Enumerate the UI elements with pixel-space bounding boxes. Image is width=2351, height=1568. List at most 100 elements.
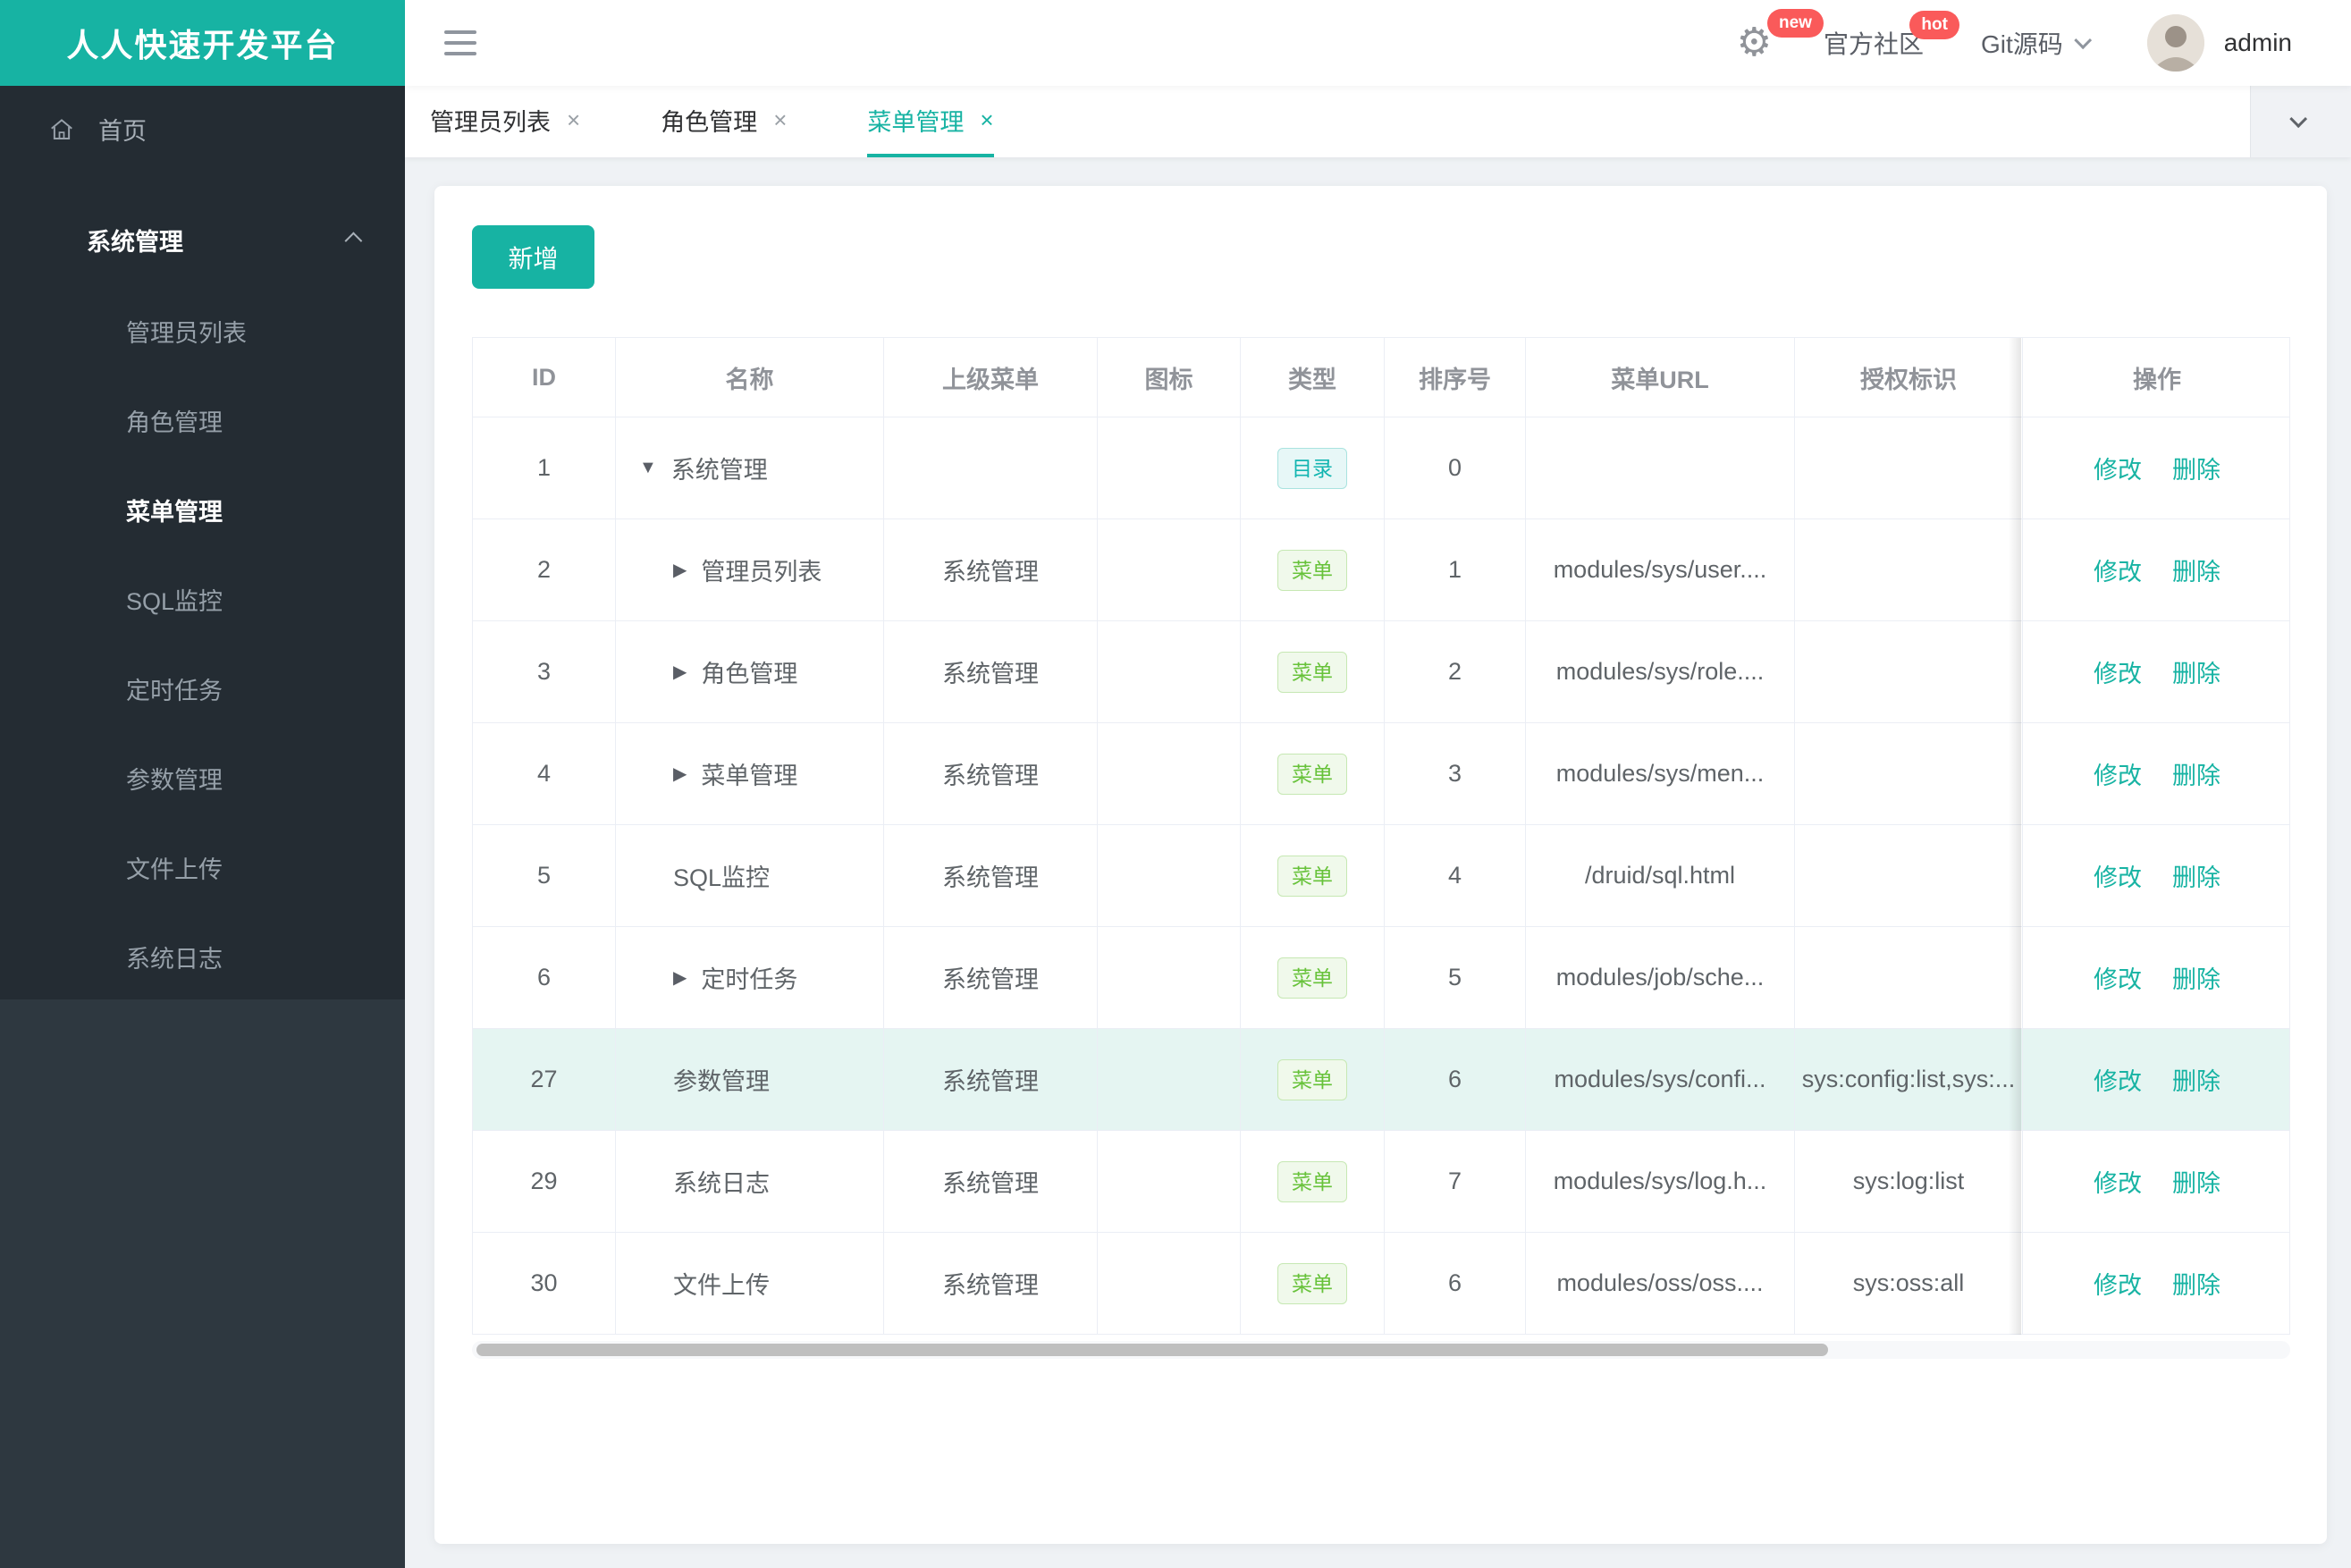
type-badge: 菜单	[1277, 753, 1347, 795]
column-header-auth: 授权标识	[1795, 338, 2023, 417]
column-header-id: ID	[473, 338, 616, 417]
edit-link[interactable]: 修改	[2094, 960, 2142, 995]
edit-link[interactable]: 修改	[2094, 1164, 2142, 1199]
settings-menu[interactable]: ⚙ new	[1736, 9, 1824, 63]
cell-menu-url: modules/sys/men...	[1526, 723, 1795, 824]
sidebar-item-4[interactable]: 定时任务	[0, 644, 405, 733]
avatar[interactable]	[2146, 14, 2204, 72]
delete-link[interactable]: 删除	[2172, 451, 2220, 485]
tree-expand-icon[interactable]: ▼	[639, 458, 657, 478]
cell-order: 6	[1385, 1233, 1526, 1334]
type-badge: 菜单	[1277, 1262, 1347, 1304]
cell-menu-url: modules/sys/role....	[1526, 621, 1795, 722]
tree-expand-icon[interactable]: ▶	[673, 559, 687, 581]
menu-table: ID 名称 上级菜单 图标 类型 排序号 菜单URL 授权标识 操作 1 ▼ 系…	[472, 337, 2290, 1335]
new-badge: new	[1766, 9, 1824, 38]
scrollbar-thumb[interactable]	[476, 1344, 1828, 1356]
delete-link[interactable]: 删除	[2172, 1164, 2220, 1199]
cell-auth-flag	[1795, 723, 2023, 824]
edit-link[interactable]: 修改	[2094, 1062, 2142, 1097]
delete-link[interactable]: 删除	[2172, 960, 2220, 995]
edit-link[interactable]: 修改	[2094, 654, 2142, 689]
table-row[interactable]: 4 ▶ 菜单管理 系统管理 菜单 3 modules/sys/men... 修改…	[473, 723, 2289, 825]
cell-order: 7	[1385, 1131, 1526, 1232]
edit-link[interactable]: 修改	[2094, 552, 2142, 587]
table-row[interactable]: 1 ▼ 系统管理 目录 0 修改 删除	[473, 417, 2289, 519]
close-icon[interactable]: ×	[980, 106, 993, 134]
table-row[interactable]: 30 文件上传 系统管理 菜单 6 modules/oss/oss.... sy…	[473, 1233, 2289, 1335]
sidebar-item-0[interactable]: 管理员列表	[0, 286, 405, 375]
delete-link[interactable]: 删除	[2172, 1266, 2220, 1301]
horizontal-scrollbar	[472, 1341, 2290, 1359]
add-button[interactable]: 新增	[472, 225, 594, 289]
tab-role-management[interactable]: 角色管理 ×	[661, 86, 787, 157]
edit-link[interactable]: 修改	[2094, 451, 2142, 485]
user-name[interactable]: admin	[2224, 29, 2292, 57]
cell-icon	[1098, 1131, 1241, 1232]
app-logo: 人人快速开发平台	[0, 0, 405, 86]
cell-menu-url: modules/sys/confi...	[1526, 1029, 1795, 1130]
edit-link[interactable]: 修改	[2094, 858, 2142, 893]
tree-expand-icon[interactable]: ▶	[673, 763, 687, 785]
sidebar-item-label: 系统日志	[126, 945, 223, 973]
cell-name: ▶ 菜单管理	[616, 723, 884, 824]
sidebar-item-1[interactable]: 角色管理	[0, 375, 405, 465]
tab-list-dropdown[interactable]	[2250, 86, 2351, 157]
sidebar-item-2[interactable]: 菜单管理	[0, 465, 405, 554]
cell-type: 菜单	[1241, 927, 1385, 1028]
chevron-down-icon	[2074, 31, 2092, 50]
delete-link[interactable]: 删除	[2172, 756, 2220, 791]
cell-parent-menu: 系统管理	[884, 621, 1098, 722]
git-source-dropdown[interactable]: Git源码	[1981, 25, 2092, 61]
cell-name: ▶ 定时任务	[616, 927, 884, 1028]
table-row[interactable]: 2 ▶ 管理员列表 系统管理 菜单 1 modules/sys/user....…	[473, 519, 2289, 621]
community-link[interactable]: 官方社区 hot	[1824, 11, 1959, 61]
chevron-down-icon	[2289, 110, 2308, 129]
sidebar-group-system[interactable]: 系统管理	[0, 201, 405, 278]
close-icon[interactable]: ×	[773, 106, 787, 134]
tree-expand-icon[interactable]: ▶	[673, 966, 687, 989]
sidebar-item-6[interactable]: 文件上传	[0, 822, 405, 912]
tab-admin-list[interactable]: 管理员列表 ×	[430, 86, 580, 157]
cell-parent-menu	[884, 417, 1098, 518]
cell-id: 2	[473, 519, 616, 620]
cell-type: 菜单	[1241, 621, 1385, 722]
chevron-up-icon	[344, 232, 363, 250]
sidebar-item-home[interactable]: 首页	[0, 86, 405, 173]
cell-name: 系统日志	[616, 1131, 884, 1232]
table-row[interactable]: 6 ▶ 定时任务 系统管理 菜单 5 modules/job/sche... 修…	[473, 927, 2289, 1029]
table-row[interactable]: 5 SQL监控 系统管理 菜单 4 /druid/sql.html 修改 删除	[473, 825, 2289, 927]
close-icon[interactable]: ×	[567, 106, 580, 134]
delete-link[interactable]: 删除	[2172, 552, 2220, 587]
cell-icon	[1098, 1233, 1241, 1334]
cell-parent-menu: 系统管理	[884, 519, 1098, 620]
delete-link[interactable]: 删除	[2172, 858, 2220, 893]
tree-expand-icon[interactable]: ▶	[673, 661, 687, 683]
column-header-url: 菜单URL	[1526, 338, 1795, 417]
main-content: 新增 ID 名称 上级菜单 图标 类型 排序号 菜单URL 授权标识 操作 1 …	[405, 157, 2351, 1568]
delete-link[interactable]: 删除	[2172, 654, 2220, 689]
menu-toggle-icon[interactable]	[444, 30, 476, 55]
type-badge: 目录	[1277, 447, 1347, 489]
cell-actions: 修改 删除	[2023, 825, 2291, 926]
table-row[interactable]: 29 系统日志 系统管理 菜单 7 modules/sys/log.h... s…	[473, 1131, 2289, 1233]
cell-parent-menu: 系统管理	[884, 1029, 1098, 1130]
sidebar-submenu: 管理员列表 角色管理 菜单管理 SQL监控 定时任务 参数管理 文件上传 系统日…	[0, 286, 405, 1001]
cell-menu-url: /druid/sql.html	[1526, 825, 1795, 926]
edit-link[interactable]: 修改	[2094, 756, 2142, 791]
sidebar-item-7[interactable]: 系统日志	[0, 912, 405, 1001]
delete-link[interactable]: 删除	[2172, 1062, 2220, 1097]
sidebar-item-5[interactable]: 参数管理	[0, 733, 405, 822]
cell-icon	[1098, 621, 1241, 722]
edit-link[interactable]: 修改	[2094, 1266, 2142, 1301]
cell-parent-menu: 系统管理	[884, 927, 1098, 1028]
cell-type: 菜单	[1241, 519, 1385, 620]
table-row[interactable]: 3 ▶ 角色管理 系统管理 菜单 2 modules/sys/role.... …	[473, 621, 2289, 723]
sidebar-item-3[interactable]: SQL监控	[0, 554, 405, 644]
cell-auth-flag: sys:oss:all	[1795, 1233, 2023, 1334]
tab-menu-management[interactable]: 菜单管理 ×	[867, 86, 994, 157]
gear-icon[interactable]: ⚙	[1736, 23, 1771, 63]
sidebar-item-label: 角色管理	[126, 409, 223, 436]
cell-actions: 修改 删除	[2023, 1131, 2291, 1232]
table-row[interactable]: 27 参数管理 系统管理 菜单 6 modules/sys/confi... s…	[473, 1029, 2289, 1131]
